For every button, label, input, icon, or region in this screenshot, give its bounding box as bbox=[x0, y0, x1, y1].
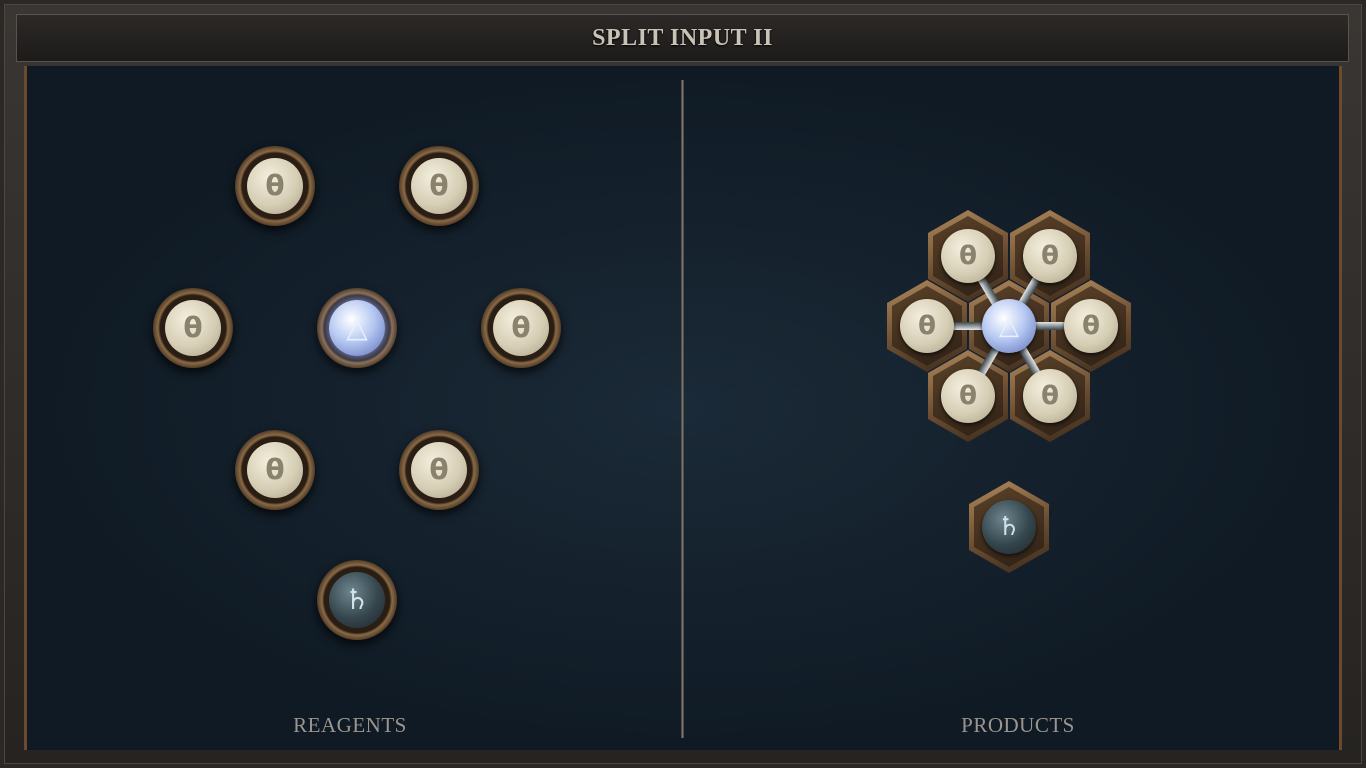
lead-symbol: ♄ bbox=[997, 512, 1021, 542]
reagent-salt-atom[interactable]: θ bbox=[399, 430, 479, 510]
air-symbol: △ bbox=[346, 311, 368, 344]
salt-icon: θ bbox=[247, 158, 303, 214]
title-bar: SPLIT INPUT II bbox=[16, 14, 1349, 62]
product-air-atom[interactable]: △ bbox=[982, 299, 1036, 353]
product-salt-atom[interactable]: θ bbox=[1023, 369, 1077, 423]
salt-symbol: θ bbox=[918, 311, 936, 341]
reagent-air-atom[interactable]: △ bbox=[317, 288, 397, 368]
salt-symbol: θ bbox=[429, 169, 449, 202]
product-salt-atom[interactable]: θ bbox=[941, 229, 995, 283]
salt-icon: θ bbox=[165, 300, 221, 356]
reagent-lead-atom[interactable]: ♄ bbox=[317, 560, 397, 640]
reagent-salt-atom[interactable]: θ bbox=[399, 146, 479, 226]
reagents-label: REAGENTS bbox=[293, 713, 407, 737]
salt-symbol: θ bbox=[429, 453, 449, 486]
air-icon: △ bbox=[329, 300, 385, 356]
reagent-salt-atom[interactable]: θ bbox=[153, 288, 233, 368]
products-label: PRODUCTS bbox=[961, 713, 1075, 737]
panel-divider bbox=[681, 80, 684, 738]
reagent-salt-atom[interactable]: θ bbox=[481, 288, 561, 368]
salt-symbol: θ bbox=[265, 453, 285, 486]
product-lead-atom[interactable]: ♄ bbox=[982, 500, 1036, 554]
reagent-salt-atom[interactable]: θ bbox=[235, 146, 315, 226]
salt-icon: θ bbox=[411, 158, 467, 214]
lead-symbol: ♄ bbox=[344, 583, 370, 616]
salt-symbol: θ bbox=[959, 241, 977, 271]
salt-symbol: θ bbox=[1082, 311, 1100, 341]
air-symbol: △ bbox=[999, 311, 1019, 341]
product-salt-atom[interactable]: θ bbox=[1064, 299, 1118, 353]
salt-symbol: θ bbox=[511, 311, 531, 344]
salt-symbol: θ bbox=[1041, 381, 1059, 411]
puzzle-title: SPLIT INPUT II bbox=[592, 24, 773, 51]
salt-symbol: θ bbox=[1041, 241, 1059, 271]
salt-icon: θ bbox=[411, 442, 467, 498]
salt-icon: θ bbox=[493, 300, 549, 356]
lead-icon: ♄ bbox=[329, 572, 385, 628]
product-salt-atom[interactable]: θ bbox=[941, 369, 995, 423]
product-salt-atom[interactable]: θ bbox=[1023, 229, 1077, 283]
salt-icon: θ bbox=[247, 442, 303, 498]
salt-symbol: θ bbox=[959, 381, 977, 411]
reagent-salt-atom[interactable]: θ bbox=[235, 430, 315, 510]
salt-symbol: θ bbox=[183, 311, 203, 344]
product-salt-atom[interactable]: θ bbox=[900, 299, 954, 353]
salt-symbol: θ bbox=[265, 169, 285, 202]
